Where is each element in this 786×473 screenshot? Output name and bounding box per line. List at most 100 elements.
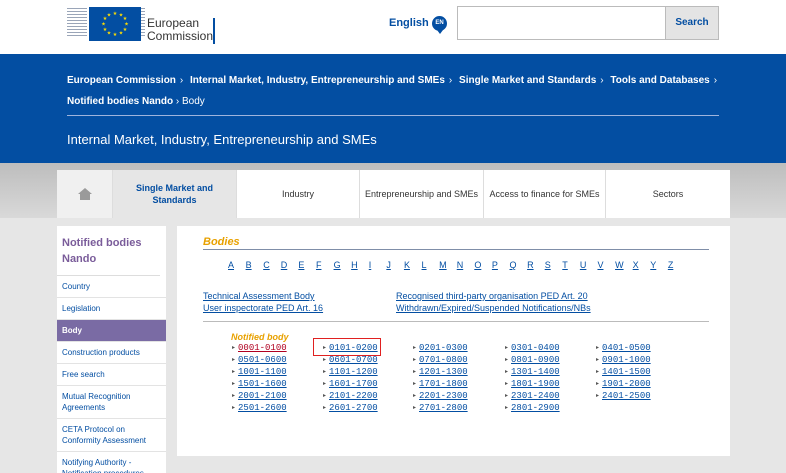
range-link-1001-1100[interactable]: 1001-1100 bbox=[232, 367, 287, 377]
range-link-2001-2100[interactable]: 2001-2100 bbox=[232, 391, 287, 401]
tab-sectors[interactable]: Sectors bbox=[606, 170, 730, 218]
breadcrumb-link-tools[interactable]: Tools and Databases bbox=[610, 75, 709, 86]
range-label: 2801-2900 bbox=[511, 403, 560, 413]
sidebar-item-country[interactable]: Country bbox=[57, 276, 166, 298]
breadcrumb-link-ec[interactable]: European Commission bbox=[67, 75, 176, 86]
range-link-0001-0100[interactable]: 0001-0100 bbox=[232, 343, 287, 353]
tab-single-market[interactable]: Single Market and Standards bbox=[113, 170, 237, 218]
letter-link-o[interactable]: O bbox=[474, 260, 492, 270]
search-button[interactable]: Search bbox=[665, 6, 719, 40]
range-link-2301-2400[interactable]: 2301-2400 bbox=[505, 391, 560, 401]
letter-link-p[interactable]: P bbox=[492, 260, 510, 270]
sidebar-item-ceta-protocol[interactable]: CETA Protocol on Conformity Assessment bbox=[57, 419, 166, 452]
link-recognised-third-party[interactable]: Recognised third-party organisation PED … bbox=[396, 290, 591, 302]
letter-link-f[interactable]: F bbox=[316, 260, 334, 270]
letter-link-c[interactable]: C bbox=[263, 260, 281, 270]
search-input[interactable] bbox=[457, 6, 665, 40]
range-link-1301-1400[interactable]: 1301-1400 bbox=[505, 367, 560, 377]
range-link-0801-0900[interactable]: 0801-0900 bbox=[505, 355, 560, 365]
sidebar-item-body[interactable]: Body bbox=[57, 320, 166, 342]
home-icon bbox=[77, 188, 92, 200]
letter-link-y[interactable]: Y bbox=[650, 260, 668, 270]
notified-body-ranges: 0001-0100 0501-0600 1001-1100 1501-1600 2001… bbox=[232, 343, 712, 423]
letter-link-n[interactable]: N bbox=[457, 260, 475, 270]
sidebar-heading[interactable]: Notified bodies Nando bbox=[57, 226, 160, 276]
range-link-0901-1000[interactable]: 0901-1000 bbox=[596, 355, 651, 365]
sidebar-item-construction-products[interactable]: Construction products bbox=[57, 342, 166, 364]
link-technical-assessment-body[interactable]: Technical Assessment Body bbox=[203, 290, 323, 302]
range-link-2101-2200[interactable]: 2101-2200 bbox=[323, 391, 378, 401]
breadcrumb-link-grow[interactable]: Internal Market, Industry, Entrepreneurs… bbox=[190, 75, 445, 86]
letter-link-h[interactable]: H bbox=[351, 260, 369, 270]
letter-link-u[interactable]: U bbox=[580, 260, 598, 270]
letter-link-k[interactable]: K bbox=[404, 260, 422, 270]
svg-text:★: ★ bbox=[119, 31, 124, 37]
range-link-0401-0500[interactable]: 0401-0500 bbox=[596, 343, 651, 353]
letter-link-z[interactable]: Z bbox=[668, 260, 686, 270]
tab-access-to-finance[interactable]: Access to finance for SMEs bbox=[484, 170, 606, 218]
range-link-1601-1700[interactable]: 1601-1700 bbox=[323, 379, 378, 389]
letter-link-j[interactable]: J bbox=[386, 260, 404, 270]
sidebar-item-notifying-authority[interactable]: Notifying Authority - Notification proce… bbox=[57, 452, 166, 473]
range-link-0301-0400[interactable]: 0301-0400 bbox=[505, 343, 560, 353]
range-link-0501-0600[interactable]: 0501-0600 bbox=[232, 355, 287, 365]
letter-link-l[interactable]: L bbox=[422, 260, 440, 270]
letter-link-v[interactable]: V bbox=[597, 260, 615, 270]
range-link-2401-2500[interactable]: 2401-2500 bbox=[596, 391, 651, 401]
tab-home[interactable] bbox=[57, 170, 113, 218]
range-link-0601-0700[interactable]: 0601-0700 bbox=[323, 355, 378, 365]
language-selector[interactable]: English bbox=[389, 17, 429, 29]
range-label: 2501-2600 bbox=[238, 403, 287, 413]
range-link-2701-2800[interactable]: 2701-2800 bbox=[413, 403, 468, 413]
range-link-0701-0800[interactable]: 0701-0800 bbox=[413, 355, 468, 365]
letter-link-s[interactable]: S bbox=[545, 260, 563, 270]
range-link-2601-2700[interactable]: 2601-2700 bbox=[323, 403, 378, 413]
sidebar-item-mutual-recognition[interactable]: Mutual Recognition Agreements bbox=[57, 386, 166, 419]
language-badge-icon[interactable]: EN bbox=[432, 16, 447, 34]
logo-lines bbox=[67, 8, 87, 38]
range-link-1901-2000[interactable]: 1901-2000 bbox=[596, 379, 651, 389]
sidebar-item-legislation[interactable]: Legislation bbox=[57, 298, 166, 320]
letter-link-i[interactable]: I bbox=[369, 260, 387, 270]
range-link-1801-1900[interactable]: 1801-1900 bbox=[505, 379, 560, 389]
title-divider bbox=[203, 249, 709, 250]
range-link-1701-1800[interactable]: 1701-1800 bbox=[413, 379, 468, 389]
breadcrumb-link-single-market[interactable]: Single Market and Standards bbox=[459, 75, 596, 86]
range-link-1201-1300[interactable]: 1201-1300 bbox=[413, 367, 468, 377]
range-link-2801-2900[interactable]: 2801-2900 bbox=[505, 403, 560, 413]
range-link-1401-1500[interactable]: 1401-1500 bbox=[596, 367, 651, 377]
range-label: 1501-1600 bbox=[238, 379, 287, 389]
letter-link-e[interactable]: E bbox=[298, 260, 316, 270]
letter-link-x[interactable]: X bbox=[633, 260, 651, 270]
notified-body-heading: Notified body bbox=[231, 332, 289, 342]
range-link-1501-1600[interactable]: 1501-1600 bbox=[232, 379, 287, 389]
letter-link-t[interactable]: T bbox=[562, 260, 580, 270]
breadcrumb-link-nando[interactable]: Notified bodies Nando bbox=[67, 96, 173, 107]
link-withdrawn-expired[interactable]: Withdrawn/Expired/Suspended Notification… bbox=[396, 302, 591, 314]
svg-text:★: ★ bbox=[107, 13, 112, 19]
tab-entrepreneurship[interactable]: Entrepreneurship and SMEs bbox=[360, 170, 484, 218]
letter-link-q[interactable]: Q bbox=[510, 260, 528, 270]
letter-link-a[interactable]: A bbox=[228, 260, 246, 270]
letter-link-m[interactable]: M bbox=[439, 260, 457, 270]
european-commission-logo[interactable]: ★ ★ ★ ★ ★ ★ ★ ★ ★ ★ ★ ★ European Commission bbox=[67, 4, 217, 44]
sidebar-item-free-search[interactable]: Free search bbox=[57, 364, 166, 386]
range-link-2501-2600[interactable]: 2501-2600 bbox=[232, 403, 287, 413]
eu-flag-icon: ★ ★★ ★★★ ★★★ ★★★ bbox=[89, 7, 141, 41]
letter-link-w[interactable]: W bbox=[615, 260, 633, 270]
range-link-0201-0300[interactable]: 0201-0300 bbox=[413, 343, 468, 353]
logo-pillar bbox=[141, 8, 145, 38]
letter-link-g[interactable]: G bbox=[334, 260, 352, 270]
tab-industry[interactable]: Industry bbox=[237, 170, 360, 218]
range-link-2201-2300[interactable]: 2201-2300 bbox=[413, 391, 468, 401]
letter-link-d[interactable]: D bbox=[281, 260, 299, 270]
range-label: 1201-1300 bbox=[419, 367, 468, 377]
link-user-inspectorate[interactable]: User inspectorate PED Art. 16 bbox=[203, 302, 323, 314]
letter-link-b[interactable]: B bbox=[246, 260, 264, 270]
range-link-1101-1200[interactable]: 1101-1200 bbox=[323, 367, 378, 377]
range-label: 2601-2700 bbox=[329, 403, 378, 413]
main-tabs: Single Market and Standards Industry Ent… bbox=[57, 170, 730, 218]
range-label: 0501-0600 bbox=[238, 355, 287, 365]
letter-link-r[interactable]: R bbox=[527, 260, 545, 270]
alphabet-index: ABCDEFGHIJKLMNOPQRSTUVWXYZ bbox=[228, 260, 685, 270]
